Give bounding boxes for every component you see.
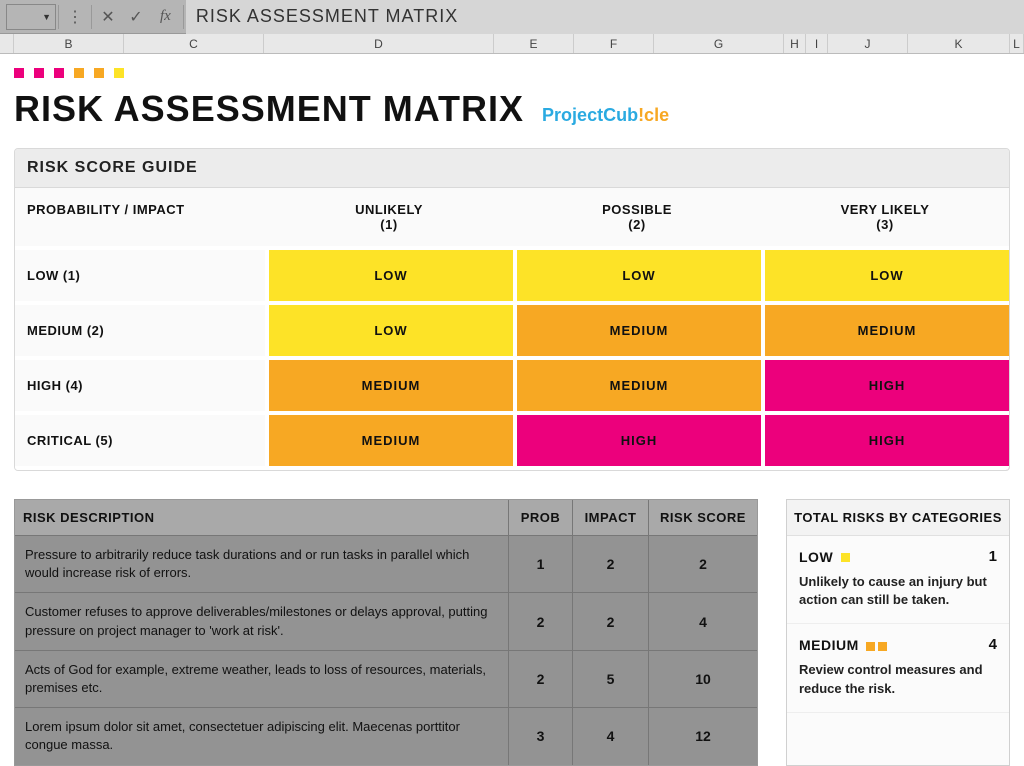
cell-prob[interactable]: 2: [509, 651, 573, 707]
cell-prob[interactable]: 3: [509, 708, 573, 764]
cell-score[interactable]: 12: [649, 708, 757, 764]
guide-row-label[interactable]: LOW (1): [15, 250, 265, 305]
cell-prob[interactable]: 2: [509, 593, 573, 649]
guide-cell[interactable]: LOW: [265, 250, 513, 305]
guide-cell[interactable]: MEDIUM: [761, 305, 1009, 360]
guide-col-header[interactable]: POSSIBLE(2): [513, 188, 761, 250]
guide-corner-cell[interactable]: PROBABILITY / IMPACT: [15, 188, 265, 250]
guide-col-header[interactable]: UNLIKELY(1): [265, 188, 513, 250]
column-header[interactable]: L: [1010, 34, 1024, 53]
guide-col-header[interactable]: VERY LIKELY(3): [761, 188, 1009, 250]
cell-impact[interactable]: 5: [573, 651, 649, 707]
category-desc: Review control measures and reduce the r…: [799, 661, 997, 697]
dot-icon: [54, 68, 64, 78]
worksheet-area: RISK ASSESSMENT MATRIX ProjectCub!cle RI…: [0, 54, 1024, 766]
formula-input[interactable]: [186, 0, 1024, 34]
guide-row-label[interactable]: CRITICAL (5): [15, 415, 265, 470]
cell-description[interactable]: Acts of God for example, extreme weather…: [15, 651, 509, 707]
risk-table-header: RISK DESCRIPTION PROB IMPACT RISK SCORE: [15, 500, 757, 535]
col-impact: IMPACT: [573, 500, 649, 535]
brand-logo: ProjectCub!cle: [542, 105, 669, 126]
dot-icon: [94, 68, 104, 78]
guide-cell[interactable]: HIGH: [513, 415, 761, 470]
risk-table: RISK DESCRIPTION PROB IMPACT RISK SCORE …: [14, 499, 758, 766]
guide-cell[interactable]: MEDIUM: [513, 305, 761, 360]
category-count: 4: [989, 636, 997, 653]
guide-cell[interactable]: MEDIUM: [265, 360, 513, 415]
swatch-icon: [841, 553, 850, 562]
dot-icon: [114, 68, 124, 78]
decorative-dots: [14, 68, 1010, 78]
column-header[interactable]: B: [14, 34, 124, 53]
category-desc: Unlikely to cause an injury but action c…: [799, 573, 997, 609]
column-header[interactable]: E: [494, 34, 574, 53]
cell-description[interactable]: Lorem ipsum dolor sit amet, consectetuer…: [15, 708, 509, 764]
category-count: 1: [989, 548, 997, 565]
guide-grid: PROBABILITY / IMPACTUNLIKELY(1)POSSIBLE(…: [15, 188, 1009, 470]
category-block: LOW 1 Unlikely to cause an injury but act…: [787, 536, 1009, 624]
column-header[interactable]: F: [574, 34, 654, 53]
col-description: RISK DESCRIPTION: [15, 500, 509, 535]
guide-cell[interactable]: MEDIUM: [513, 360, 761, 415]
cell-impact[interactable]: 4: [573, 708, 649, 764]
column-header[interactable]: I: [806, 34, 828, 53]
col-score: RISK SCORE: [649, 500, 757, 535]
more-button[interactable]: ⋮: [61, 0, 89, 34]
separator: [91, 5, 92, 29]
cancel-button[interactable]: ✕: [94, 0, 122, 34]
fx-label[interactable]: fx: [150, 8, 181, 25]
cell-prob[interactable]: 1: [509, 536, 573, 592]
guide-title: RISK SCORE GUIDE: [15, 149, 1009, 188]
column-header[interactable]: K: [908, 34, 1010, 53]
swatch-icon: [866, 642, 875, 651]
table-row[interactable]: Lorem ipsum dolor sit amet, consectetuer…: [15, 707, 757, 764]
accept-button[interactable]: ✓: [122, 0, 150, 34]
column-header[interactable]: H: [784, 34, 806, 53]
swatch-icon: [878, 642, 887, 651]
sidebar-title: TOTAL RISKS BY CATEGORIES: [787, 500, 1009, 536]
cell-impact[interactable]: 2: [573, 593, 649, 649]
dot-icon: [74, 68, 84, 78]
page-title: RISK ASSESSMENT MATRIX: [14, 88, 524, 130]
formula-bar: ▼ ⋮ ✕ ✓ fx: [0, 0, 1024, 34]
dropdown-icon: ▼: [42, 12, 51, 22]
table-row[interactable]: Pressure to arbitrarily reduce task dura…: [15, 535, 757, 592]
category-label: LOW: [799, 549, 850, 565]
categories-sidebar: TOTAL RISKS BY CATEGORIES LOW 1 Unlikely …: [786, 499, 1010, 766]
table-row[interactable]: Acts of God for example, extreme weather…: [15, 650, 757, 707]
cell-score[interactable]: 4: [649, 593, 757, 649]
separator: [58, 5, 59, 29]
col-prob: PROB: [509, 500, 573, 535]
lower-section: RISK DESCRIPTION PROB IMPACT RISK SCORE …: [14, 499, 1010, 766]
separator: [183, 5, 184, 29]
risk-score-guide: RISK SCORE GUIDE PROBABILITY / IMPACTUNL…: [14, 148, 1010, 471]
guide-cell[interactable]: MEDIUM: [265, 415, 513, 470]
cell-description[interactable]: Customer refuses to approve deliverables…: [15, 593, 509, 649]
column-headers[interactable]: BCDEFGHIJKL: [0, 34, 1024, 54]
column-header[interactable]: D: [264, 34, 494, 53]
column-header[interactable]: J: [828, 34, 908, 53]
cell-score[interactable]: 2: [649, 536, 757, 592]
column-header[interactable]: [0, 34, 14, 53]
cell-score[interactable]: 10: [649, 651, 757, 707]
guide-cell[interactable]: LOW: [761, 250, 1009, 305]
name-box[interactable]: ▼: [6, 4, 56, 30]
category-block: MEDIUM 4 Review control measures and redu…: [787, 624, 1009, 712]
dot-icon: [14, 68, 24, 78]
cell-description[interactable]: Pressure to arbitrarily reduce task dura…: [15, 536, 509, 592]
cell-impact[interactable]: 2: [573, 536, 649, 592]
guide-row-label[interactable]: HIGH (4): [15, 360, 265, 415]
category-label: MEDIUM: [799, 637, 887, 653]
guide-cell[interactable]: HIGH: [761, 415, 1009, 470]
column-header[interactable]: C: [124, 34, 264, 53]
guide-row-label[interactable]: MEDIUM (2): [15, 305, 265, 360]
table-row[interactable]: Customer refuses to approve deliverables…: [15, 592, 757, 649]
guide-cell[interactable]: LOW: [265, 305, 513, 360]
dot-icon: [34, 68, 44, 78]
column-header[interactable]: G: [654, 34, 784, 53]
title-row: RISK ASSESSMENT MATRIX ProjectCub!cle: [14, 88, 1010, 130]
guide-cell[interactable]: HIGH: [761, 360, 1009, 415]
guide-cell[interactable]: LOW: [513, 250, 761, 305]
